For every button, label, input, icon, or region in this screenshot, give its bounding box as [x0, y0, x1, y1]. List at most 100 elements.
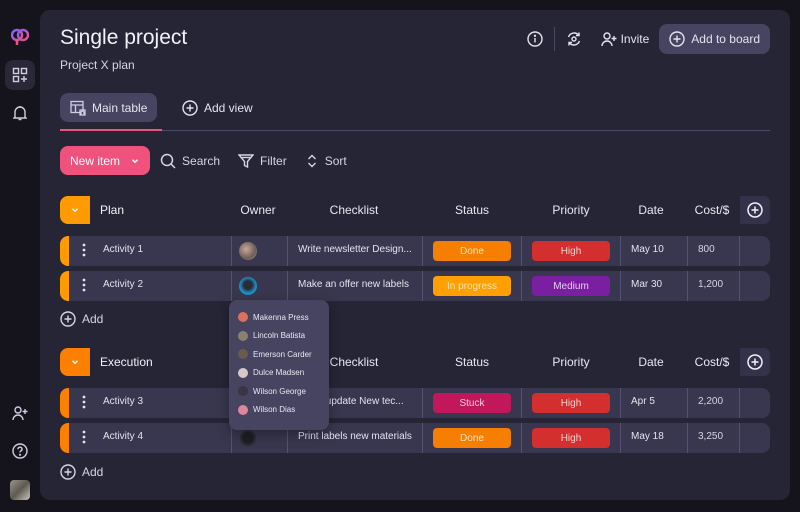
column-header-status[interactable]: Status [432, 203, 512, 217]
sort-button[interactable]: Sort [305, 153, 347, 169]
toolbar: New item Search Filter Sort [60, 146, 365, 175]
add-to-board-button[interactable]: Add to board [659, 24, 770, 54]
checklist-text[interactable]: Write newsletter Design... [298, 244, 412, 255]
invite-button[interactable]: Invite [589, 24, 660, 54]
group-name: Plan [100, 203, 125, 217]
grid-plus-icon [12, 67, 28, 83]
group-collapse-button[interactable] [60, 196, 90, 224]
priority-badge[interactable]: High [532, 241, 610, 261]
new-item-button[interactable]: New item [60, 146, 151, 175]
cell-divider [687, 271, 688, 301]
sync-button[interactable] [559, 24, 589, 54]
owner-option[interactable]: Emerson Carder [229, 345, 329, 364]
add-item-button[interactable]: Add [60, 462, 103, 482]
app-logo[interactable] [10, 28, 30, 46]
activity-name[interactable]: Activity 1 [103, 244, 143, 255]
group-collapse-button[interactable] [60, 348, 90, 376]
active-tab-indicator [60, 129, 162, 131]
column-header-cost[interactable]: Cost/$ [688, 203, 736, 217]
sidebar-item-invite-user[interactable] [5, 398, 35, 428]
sidebar [0, 0, 40, 512]
column-header-priority[interactable]: Priority [531, 203, 611, 217]
table-row[interactable]: Activity 1 Write newsletter Design... Do… [60, 236, 770, 266]
add-item-button[interactable]: Add [60, 309, 103, 329]
filter-icon [238, 153, 255, 168]
user-avatar[interactable] [10, 480, 30, 500]
sidebar-item-notifications[interactable] [5, 98, 35, 128]
add-column-button[interactable] [740, 196, 770, 224]
cell-divider [687, 388, 688, 418]
status-badge[interactable]: Done [433, 241, 511, 261]
invite-label: Invite [620, 32, 650, 46]
column-header-owner[interactable]: Owner [232, 203, 284, 217]
add-to-board-label: Add to board [691, 32, 760, 46]
search-button[interactable]: Search [160, 153, 220, 169]
status-badge[interactable]: Done [433, 428, 511, 448]
date-text[interactable]: Apr 5 [631, 396, 655, 407]
owner-option-label: Lincoln Batista [253, 331, 306, 341]
tab-label: Add view [204, 100, 253, 115]
sort-label: Sort [324, 153, 347, 168]
activity-name[interactable]: Activity 3 [103, 396, 143, 407]
owner-option[interactable]: Wilson George [229, 382, 329, 401]
checklist-text[interactable]: Print labels new materials [298, 431, 412, 442]
owner-avatar[interactable] [239, 429, 257, 447]
cost-text[interactable]: 2,200 [698, 396, 723, 407]
search-label: Search [182, 153, 221, 168]
owner-option-label: Wilson Dias [253, 405, 296, 415]
cost-text[interactable]: 3,250 [698, 431, 723, 442]
add-column-button[interactable] [740, 348, 770, 376]
more-options-icon[interactable] [82, 430, 86, 444]
chevron-down-icon [71, 208, 79, 213]
owner-avatar[interactable] [239, 242, 257, 260]
sort-icon [307, 154, 316, 167]
tab-main-table[interactable]: Main table [60, 93, 158, 122]
column-header-checklist[interactable]: Checklist [312, 203, 396, 217]
sidebar-item-help[interactable] [5, 436, 35, 466]
status-badge[interactable]: In progress [433, 276, 511, 296]
column-header-date[interactable]: Date [628, 355, 674, 369]
owner-avatar[interactable] [239, 277, 257, 295]
priority-badge[interactable]: High [532, 393, 610, 413]
activity-name[interactable]: Activity 4 [103, 431, 143, 442]
column-header-status[interactable]: Status [432, 355, 512, 369]
status-badge[interactable]: Stuck [433, 393, 511, 413]
cost-text[interactable]: 800 [698, 244, 715, 255]
filter-button[interactable]: Filter [238, 153, 287, 169]
cell-divider [739, 388, 740, 418]
cell-divider [422, 388, 423, 418]
owner-option[interactable]: Makenna Press [229, 308, 329, 327]
owner-option[interactable]: Lincoln Batista [229, 327, 329, 346]
checklist-text[interactable]: Make an offer new labels [298, 279, 409, 290]
table-row[interactable]: Activity 4 Print labels new materials Do… [60, 423, 770, 453]
date-text[interactable]: May 10 [631, 244, 664, 255]
priority-badge[interactable]: High [532, 428, 610, 448]
table-row[interactable]: Activity 2 Make an offer new labels In p… [60, 271, 770, 301]
more-options-icon[interactable] [82, 395, 86, 409]
date-text[interactable]: Mar 30 [631, 279, 662, 290]
more-options-icon[interactable] [82, 243, 86, 257]
tab-add-view[interactable]: Add view [172, 93, 263, 122]
user-plus-icon [12, 406, 28, 421]
table-row[interactable]: Activity 3 Sales update New tec... Stuck… [60, 388, 770, 418]
cost-text[interactable]: 1,200 [698, 279, 723, 290]
column-header-priority[interactable]: Priority [531, 355, 611, 369]
owner-option-label: Makenna Press [253, 312, 309, 322]
cell-divider [422, 423, 423, 453]
info-button[interactable] [520, 24, 550, 54]
activity-name[interactable]: Activity 2 [103, 279, 143, 290]
owner-option[interactable]: Wilson Dias [229, 401, 329, 420]
divider [553, 27, 555, 51]
sidebar-item-add-widget[interactable] [5, 60, 35, 90]
cell-divider [620, 271, 621, 301]
avatar [238, 404, 248, 415]
more-options-icon[interactable] [82, 278, 86, 292]
column-header-cost[interactable]: Cost/$ [688, 355, 736, 369]
owner-option[interactable]: Dulce Madsen [229, 364, 329, 383]
column-header-date[interactable]: Date [628, 203, 674, 217]
date-text[interactable]: May 18 [631, 431, 664, 442]
view-tabs: Main table Add view [60, 93, 770, 131]
priority-badge[interactable]: Medium [532, 276, 610, 296]
owner-dropdown: Makenna Press Lincoln Batista Emerson Ca… [229, 300, 329, 430]
plus-circle-icon [747, 354, 763, 370]
